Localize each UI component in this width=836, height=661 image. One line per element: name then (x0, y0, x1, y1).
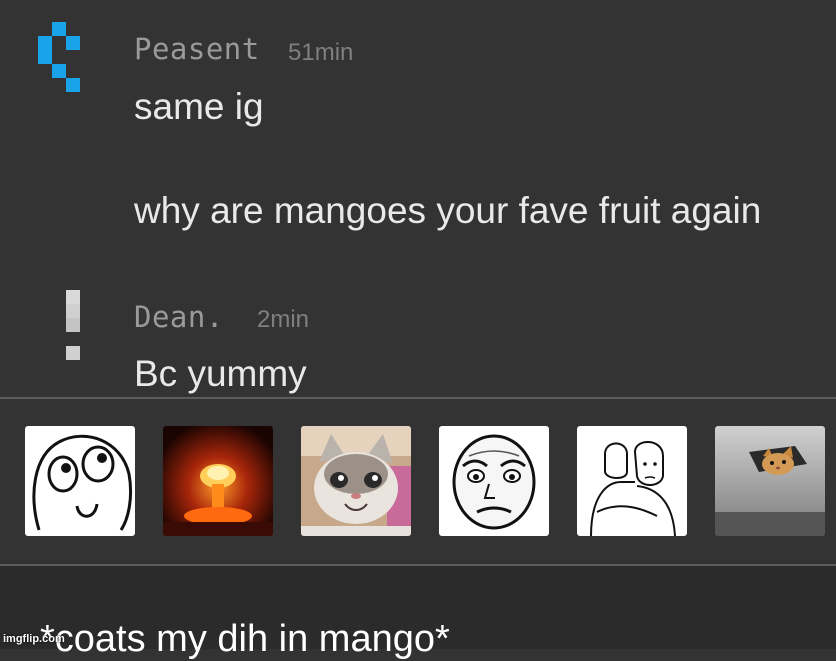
message-timestamp: 51min (288, 39, 354, 66)
reaction-tray (0, 399, 836, 564)
pixel-blue-avatar-icon[interactable] (38, 22, 82, 99)
wojak-hug-meme[interactable] (577, 426, 687, 536)
meme-caption: *coats my dih in mango* (40, 618, 450, 660)
smiling-cat-meme[interactable] (301, 426, 411, 536)
message-text: why are mangoes your fave fruit again (134, 190, 762, 231)
pixel-white-avatar-icon[interactable] (66, 290, 82, 367)
message-author[interactable]: Peasent (134, 32, 260, 66)
chat-panel: Peasent 51min same ig why are mangoes yo… (0, 0, 836, 397)
message-author[interactable]: Dean. (134, 300, 224, 334)
message-text: Bc yummy (134, 353, 307, 394)
derp-face-meme[interactable] (25, 426, 135, 536)
nuclear-explosion-meme[interactable] (163, 426, 273, 536)
okay-face-meme[interactable] (439, 426, 549, 536)
ceiling-cat-meme[interactable] (715, 426, 825, 536)
message-text: same ig (134, 86, 264, 127)
imgflip-watermark: imgflip.com (3, 633, 65, 645)
message-timestamp: 2min (257, 306, 310, 333)
